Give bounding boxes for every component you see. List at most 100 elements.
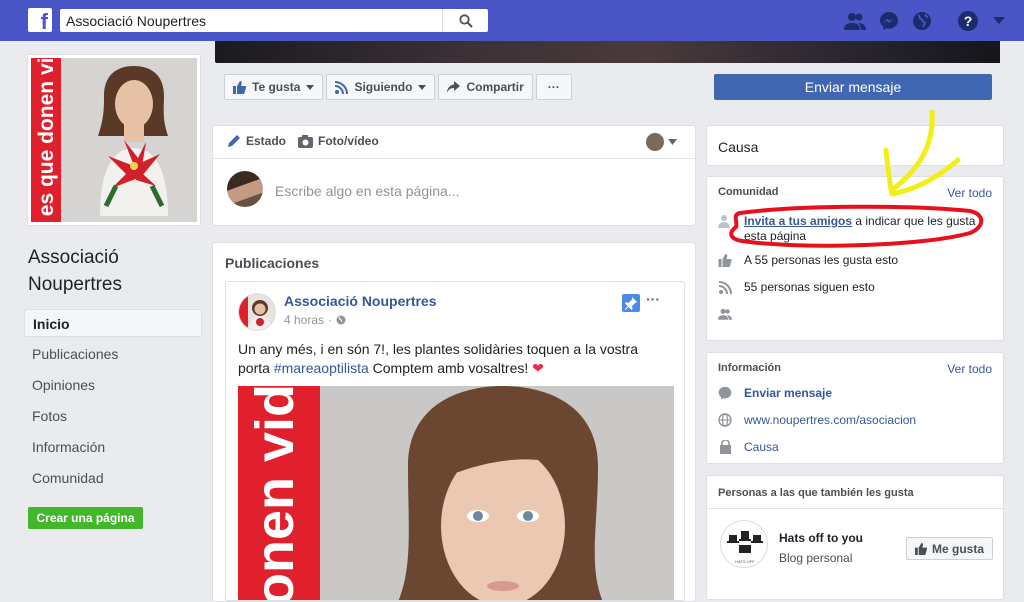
- pencil-icon: [228, 135, 240, 147]
- post-time-label: 4 horas: [284, 313, 325, 327]
- info-website-row: www.noupertres.com/asociacion: [718, 413, 916, 428]
- photo-video-tab-label: Foto/vídeo: [318, 134, 379, 148]
- caret-down-icon[interactable]: [988, 10, 1010, 32]
- nav-item-opiniones[interactable]: Opiniones: [24, 371, 202, 399]
- post-image[interactable]: onen vida: [238, 386, 674, 600]
- thumbs-up-icon: [233, 80, 246, 94]
- page-name: Associació Noupertres: [28, 247, 122, 295]
- info-title[interactable]: Información: [718, 362, 781, 374]
- nav-item-inicio[interactable]: Inicio: [24, 309, 202, 337]
- suggested-page-name[interactable]: Hats off to you: [779, 531, 863, 545]
- more-dots-icon: ···: [547, 80, 560, 94]
- create-page-button[interactable]: Crear una página: [28, 507, 143, 529]
- search-box: [60, 9, 488, 32]
- messenger-icon: [718, 386, 732, 400]
- caret-down-icon[interactable]: [668, 139, 677, 145]
- search-button[interactable]: [442, 9, 488, 32]
- post-text: Un any més, i en són 7!, les plantes sol…: [238, 340, 658, 378]
- publications-title: Publicaciones: [225, 255, 320, 271]
- public-globe-icon: [336, 315, 346, 325]
- status-tab[interactable]: Estado: [227, 134, 286, 148]
- friends-row: [718, 307, 732, 321]
- also-like-title: Personas a las que también les gusta: [718, 487, 914, 499]
- more-options-button[interactable]: ···: [535, 74, 572, 100]
- nav-item-comunidad[interactable]: Comunidad: [24, 464, 202, 492]
- invite-friends-link[interactable]: Invita a tus amigos: [744, 214, 852, 228]
- post-options-icon[interactable]: ···: [646, 291, 660, 307]
- nav-item-publicaciones[interactable]: Publicaciones: [24, 340, 202, 368]
- likes-count[interactable]: A 55 personas les gusta esto: [744, 253, 898, 268]
- invite-friend-icon: [718, 214, 732, 228]
- post-author-avatar[interactable]: [238, 293, 276, 331]
- globe-icon: [718, 413, 732, 427]
- invite-friends-row: Invita a tus amigos a indicar que les gu…: [718, 214, 988, 244]
- svg-text:HATS OFF: HATS OFF: [735, 559, 755, 564]
- share-button[interactable]: Compartir: [438, 74, 533, 100]
- user-avatar: [227, 171, 263, 207]
- community-see-all-link[interactable]: Ver todo: [947, 186, 992, 200]
- profile-picture[interactable]: es que donen vida: [27, 54, 201, 226]
- hashtag-link[interactable]: #mareaoptilista: [274, 360, 369, 376]
- girl-with-poinsettia-image: [98, 66, 168, 216]
- cover-photo[interactable]: [215, 41, 1000, 63]
- help-icon[interactable]: ?: [957, 10, 979, 32]
- search-icon: [458, 13, 473, 28]
- page-action-bar: Te gusta Siguiendo Compartir ···: [224, 74, 572, 100]
- community-title[interactable]: Comunidad: [718, 186, 779, 198]
- hats-off-avatar[interactable]: HATS OFF: [720, 520, 768, 568]
- also-like-card: Personas a las que también les gusta HAT…: [706, 475, 1004, 600]
- composer-divider: [213, 158, 695, 159]
- suggested-page-like-button[interactable]: Me gusta: [905, 537, 993, 560]
- facebook-logo-icon[interactable]: f: [28, 8, 52, 32]
- info-message-row: Enviar mensaje: [718, 386, 832, 401]
- composer-card: Estado Foto/vídeo Escribe algo en esta p…: [212, 125, 696, 226]
- friends-icon[interactable]: [844, 10, 866, 32]
- left-navigation: Inicio Publicaciones Opiniones Fotos Inf…: [24, 309, 202, 495]
- rss-icon: [718, 280, 732, 294]
- info-send-message-link[interactable]: Enviar mensaje: [744, 386, 832, 401]
- like-page-button[interactable]: Te gusta: [224, 74, 324, 100]
- girl-portrait-image: [398, 386, 603, 600]
- community-card: Comunidad Ver todo Invita a tus amigos a…: [706, 176, 1004, 341]
- cause-title[interactable]: Causa: [718, 139, 758, 155]
- share-label: Compartir: [466, 80, 524, 94]
- publications-card: Publicaciones Associació Noupertres 4 ho…: [212, 242, 696, 602]
- camera-icon: [298, 134, 314, 148]
- info-card: Información Ver todo Enviar mensaje www.…: [706, 352, 1004, 464]
- info-website-link[interactable]: www.noupertres.com/asociacion: [744, 413, 916, 428]
- svg-text:?: ?: [964, 13, 973, 29]
- post-timestamp[interactable]: 4 horas ·: [284, 313, 346, 327]
- status-tab-label: Estado: [246, 134, 287, 148]
- category-icon: [718, 440, 732, 454]
- post-text-end: Comptem amb vosaltres!: [368, 360, 533, 376]
- following-button[interactable]: Siguiendo: [326, 74, 436, 100]
- info-see-all-link[interactable]: Ver todo: [947, 362, 992, 376]
- cause-card: Causa: [706, 125, 1004, 166]
- caret-down-icon: [306, 84, 315, 90]
- follows-count[interactable]: 55 personas siguen esto: [744, 280, 875, 295]
- likes-row: A 55 personas les gusta esto: [718, 253, 898, 268]
- poster-selector-avatar[interactable]: [646, 133, 664, 151]
- info-category-row: Causa: [718, 440, 779, 455]
- pinned-post: Associació Noupertres 4 horas · ··· Un a…: [225, 281, 685, 601]
- share-arrow-icon: [447, 81, 461, 93]
- post-author-name[interactable]: Associació Noupertres: [284, 293, 437, 309]
- heart-emoji-icon: ❤: [532, 360, 544, 376]
- photo-video-tab[interactable]: Foto/vídeo: [298, 134, 379, 148]
- friends-icon: [718, 307, 732, 321]
- suggested-page-category: Blog personal: [779, 551, 853, 565]
- composer-input[interactable]: Escribe algo en esta página...: [275, 183, 459, 199]
- globe-icon[interactable]: [911, 10, 933, 32]
- info-category-link[interactable]: Causa: [744, 440, 779, 455]
- top-navigation-bar: f ?: [0, 0, 1024, 41]
- nav-item-fotos[interactable]: Fotos: [24, 402, 202, 430]
- suggested-page-like-label: Me gusta: [931, 541, 984, 556]
- send-message-button[interactable]: Enviar mensaje: [714, 74, 992, 100]
- nav-item-informacion[interactable]: Información: [24, 433, 202, 461]
- following-label: Siguiendo: [354, 80, 413, 94]
- like-page-label: Te gusta: [252, 80, 301, 94]
- search-input[interactable]: [60, 9, 450, 32]
- follows-row: 55 personas siguen esto: [718, 280, 875, 295]
- messenger-icon[interactable]: [878, 10, 900, 32]
- thumbs-up-icon: [718, 253, 732, 267]
